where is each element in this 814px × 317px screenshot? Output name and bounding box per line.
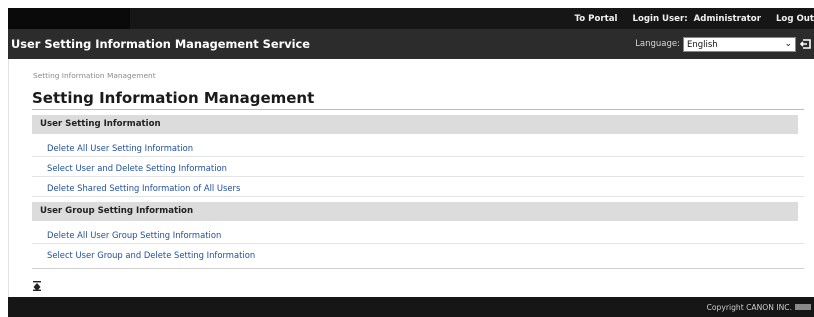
login-user-info: Login User: Administrator bbox=[632, 14, 760, 24]
delete-shared-setting-link[interactable]: Delete Shared Setting Information of All… bbox=[47, 183, 240, 193]
chevron-down-icon: ⌄ bbox=[784, 38, 792, 49]
top-utility-bar: To Portal Login User: Administrator Log … bbox=[8, 8, 814, 29]
topbar-links: To Portal Login User: Administrator Log … bbox=[575, 8, 814, 29]
to-portal-link[interactable]: To Portal bbox=[575, 14, 618, 24]
delete-all-user-setting-link[interactable]: Delete All User Setting Information bbox=[47, 143, 193, 153]
page-title: Setting Information Management bbox=[32, 89, 315, 107]
link-divider bbox=[32, 196, 804, 197]
delete-all-user-group-setting-link[interactable]: Delete All User Group Setting Informatio… bbox=[47, 230, 221, 240]
language-select-value: English bbox=[687, 39, 718, 50]
breadcrumb[interactable]: Setting Information Management bbox=[33, 71, 156, 80]
language-select[interactable]: English ⌄ bbox=[683, 36, 796, 52]
language-selector-group: Language: English ⌄ bbox=[635, 35, 813, 53]
language-label: Language: bbox=[635, 39, 680, 49]
content-bottom-divider bbox=[32, 268, 804, 269]
login-user-name: Administrator bbox=[693, 13, 761, 24]
logout-arrow-icon[interactable] bbox=[799, 37, 813, 51]
section-header-user-setting: User Setting Information bbox=[32, 115, 798, 134]
back-to-top-svg bbox=[33, 281, 41, 291]
footer: Copyright CANON INC. bbox=[8, 297, 814, 317]
main-content: Setting Information Management Setting I… bbox=[8, 59, 814, 297]
title-divider bbox=[32, 109, 804, 110]
app-title: User Setting Information Management Serv… bbox=[11, 37, 311, 51]
section-heading: User Setting Information bbox=[40, 119, 161, 129]
logout-arrow-svg bbox=[800, 39, 811, 49]
select-user-group-delete-setting-link[interactable]: Select User Group and Delete Setting Inf… bbox=[47, 250, 255, 260]
login-user-label: Login User: bbox=[632, 13, 688, 24]
link-divider bbox=[32, 176, 804, 177]
header-bar: User Setting Information Management Serv… bbox=[8, 29, 814, 59]
link-divider bbox=[32, 156, 804, 157]
back-to-top-icon[interactable] bbox=[33, 276, 41, 291]
section-header-user-group-setting: User Group Setting Information bbox=[32, 202, 798, 221]
section-heading: User Group Setting Information bbox=[40, 206, 194, 216]
topbar-left-block bbox=[8, 8, 130, 29]
select-user-delete-setting-link[interactable]: Select User and Delete Setting Informati… bbox=[47, 163, 227, 173]
page: To Portal Login User: Administrator Log … bbox=[0, 0, 814, 317]
link-divider bbox=[32, 243, 804, 244]
copyright-text: Copyright CANON INC. bbox=[706, 303, 792, 312]
footer-mark bbox=[795, 304, 811, 310]
logout-link[interactable]: Log Out bbox=[776, 14, 814, 24]
